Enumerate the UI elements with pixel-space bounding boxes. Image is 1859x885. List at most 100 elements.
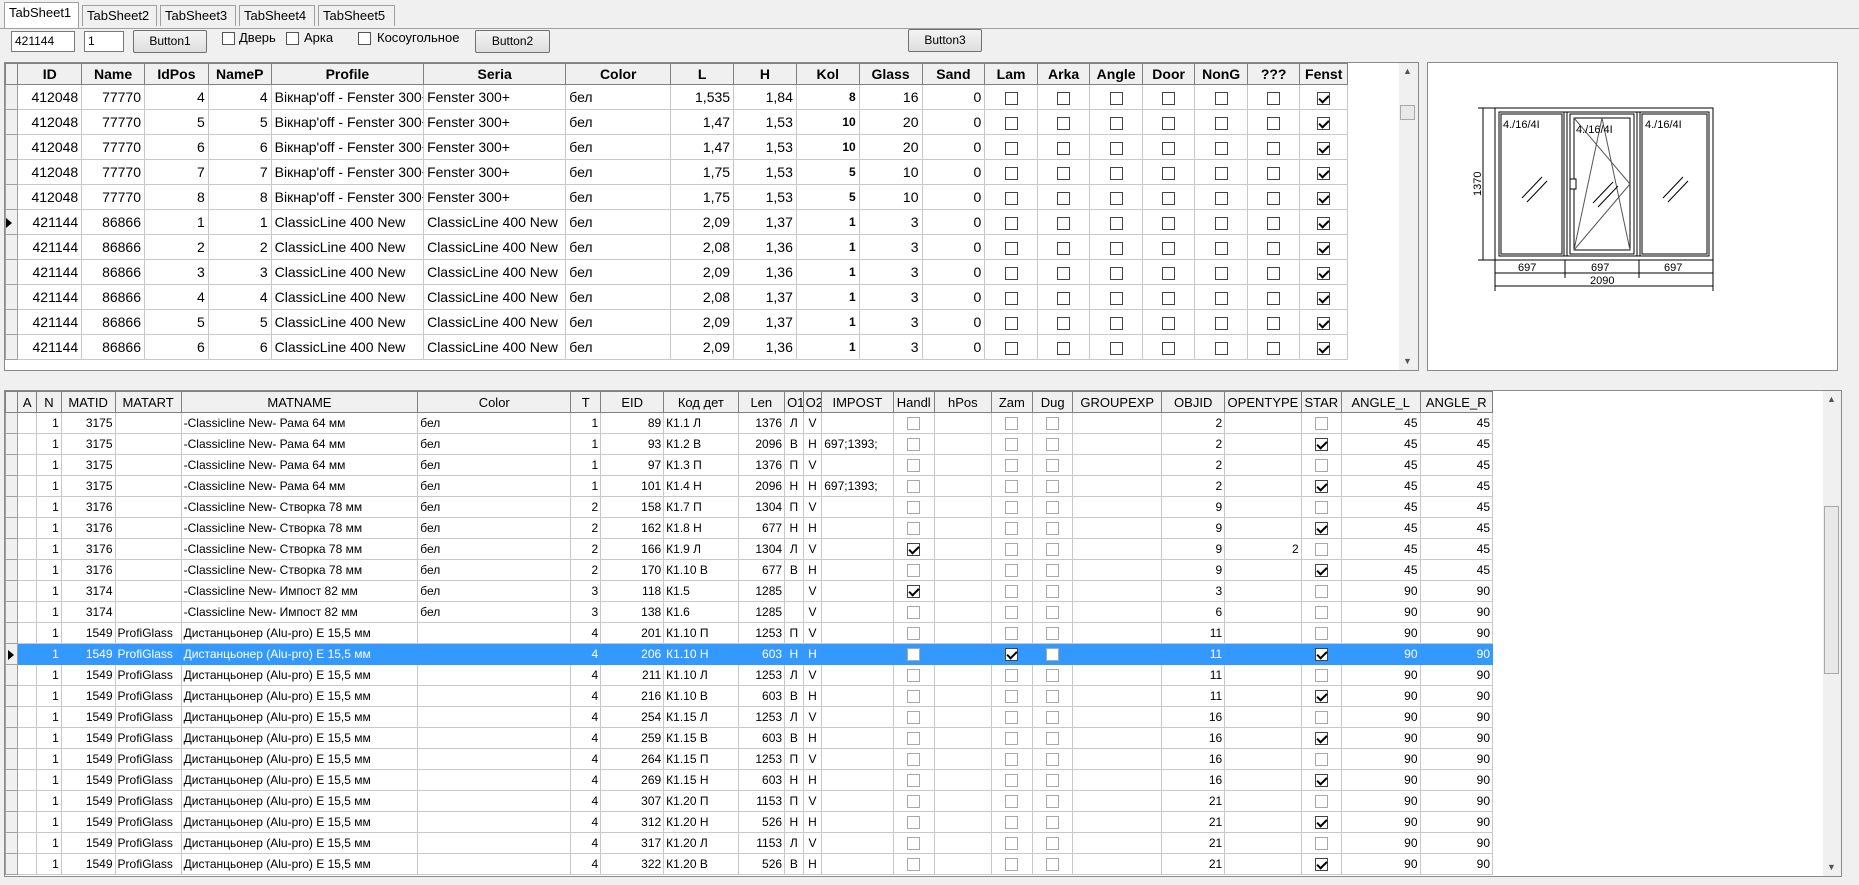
star-checkbox[interactable] (1314, 816, 1328, 830)
arka-checkbox[interactable] (1057, 266, 1071, 280)
fenst-checkbox[interactable] (1317, 191, 1331, 205)
fenst-checkbox[interactable] (1317, 316, 1331, 330)
zam-checkbox[interactable] (1005, 837, 1019, 851)
arka-checkbox[interactable] (1057, 316, 1071, 330)
star-checkbox[interactable] (1314, 858, 1328, 872)
orders-vscrollbar[interactable]: ▲ ▼ (1399, 63, 1418, 370)
order-row[interactable]: 421144 86866 5 5 ClassicLine 400 New ClassicL… (5, 309, 1348, 335)
arka-checkbox[interactable] (1057, 341, 1071, 355)
handl-checkbox[interactable] (907, 564, 921, 578)
handl-checkbox[interactable] (907, 480, 921, 494)
col-header-groupexp[interactable]: GROUPEXP (1072, 391, 1163, 413)
col-header-objid[interactable]: OBJID (1161, 391, 1226, 413)
nong-checkbox[interactable] (1214, 216, 1228, 230)
handl-checkbox[interactable] (907, 711, 921, 725)
qqq-checkbox[interactable] (1267, 91, 1281, 105)
star-checkbox[interactable] (1314, 585, 1328, 599)
arka-checkbox[interactable] (1057, 291, 1071, 305)
handl-checkbox[interactable] (907, 795, 921, 809)
nong-checkbox[interactable] (1214, 91, 1228, 105)
dug-checkbox[interactable] (1046, 711, 1060, 725)
col-header-len[interactable]: Len (737, 391, 786, 413)
col-header-namep[interactable]: NameP (207, 63, 272, 85)
star-checkbox[interactable] (1314, 753, 1328, 767)
nong-checkbox[interactable] (1214, 191, 1228, 205)
order-id-input[interactable]: 421144 (11, 31, 75, 52)
button2[interactable]: Button2 (475, 30, 550, 53)
arch-checkbox[interactable] (286, 32, 299, 45)
fenst-checkbox[interactable] (1317, 291, 1331, 305)
angle-checkbox[interactable] (1109, 116, 1123, 130)
angle-checkbox[interactable] (1109, 141, 1123, 155)
col-header-color[interactable]: Color (565, 63, 672, 85)
tab-tabsheet1[interactable]: TabSheet1 (4, 2, 79, 28)
handl-checkbox[interactable] (907, 690, 921, 704)
arka-checkbox[interactable] (1057, 191, 1071, 205)
lam-checkbox[interactable] (1004, 191, 1018, 205)
col-header-eid[interactable]: EID (600, 391, 665, 413)
order-row[interactable]: 421144 86866 2 2 ClassicLine 400 New ClassicL… (5, 234, 1348, 260)
col-header-kol[interactable]: Kol (795, 63, 860, 85)
angle-checkbox[interactable] (1109, 216, 1123, 230)
material-row[interactable]: 1 1549 ProfiGlass Дистанцьонер (Alu-pro) E … (5, 853, 1493, 875)
qqq-checkbox[interactable] (1267, 141, 1281, 155)
star-checkbox[interactable] (1314, 795, 1328, 809)
scroll-thumb[interactable] (1824, 506, 1839, 674)
zam-checkbox[interactable] (1005, 858, 1019, 872)
material-row[interactable]: 1 1549 ProfiGlass Дистанцьонер (Alu-pro) E … (5, 811, 1493, 833)
lam-checkbox[interactable] (1004, 166, 1018, 180)
arka-checkbox[interactable] (1057, 166, 1071, 180)
dug-checkbox[interactable] (1046, 459, 1060, 473)
zam-checkbox[interactable] (1005, 690, 1019, 704)
material-row[interactable]: 1 1549 ProfiGlass Дистанцьонер (Alu-pro) E … (5, 832, 1493, 854)
dug-checkbox[interactable] (1046, 501, 1060, 515)
zam-checkbox[interactable] (1005, 816, 1019, 830)
lam-checkbox[interactable] (1004, 116, 1018, 130)
scroll-down-icon[interactable]: ▼ (1823, 859, 1840, 876)
zam-checkbox[interactable] (1005, 522, 1019, 536)
door-checkbox[interactable] (1162, 216, 1176, 230)
col-header-o1[interactable]: O1 (784, 391, 804, 413)
order-row[interactable]: 412048 77770 6 6 Вікнар'off - Fenster 300+ Fe… (5, 134, 1348, 160)
door-checkbox[interactable] (1162, 166, 1176, 180)
handl-checkbox[interactable] (907, 669, 921, 683)
order-row[interactable]: 421144 86866 3 3 ClassicLine 400 New ClassicL… (5, 259, 1348, 285)
star-checkbox[interactable] (1314, 711, 1328, 725)
qqq-checkbox[interactable] (1267, 216, 1281, 230)
material-row[interactable]: 1 1549 ProfiGlass Дистанцьонер (Alu-pro) E … (5, 706, 1493, 728)
col-header-angle[interactable]: Angle (1089, 63, 1143, 85)
fenst-checkbox[interactable] (1317, 141, 1331, 155)
order-row[interactable]: 421144 86866 1 1 ClassicLine 400 New ClassicL… (5, 209, 1348, 235)
fenst-checkbox[interactable] (1317, 166, 1331, 180)
star-checkbox[interactable] (1314, 690, 1328, 704)
arka-checkbox[interactable] (1057, 216, 1071, 230)
tab-tabsheet4[interactable]: TabSheet4 (239, 5, 315, 26)
zam-checkbox[interactable] (1005, 669, 1019, 683)
star-checkbox[interactable] (1314, 501, 1328, 515)
col-header-star[interactable]: STAR (1300, 391, 1342, 413)
col-header-n[interactable]: N (35, 391, 62, 413)
material-row[interactable]: 1 3176 -Classicline New- Створка 78 мм бел 2… (5, 517, 1493, 539)
material-row[interactable]: 1 3176 -Classicline New- Створка 78 мм бел 2… (5, 496, 1493, 518)
zam-checkbox[interactable] (1005, 627, 1019, 641)
zam-checkbox[interactable] (1005, 480, 1019, 494)
col-header-sand[interactable]: Sand (921, 63, 986, 85)
scroll-down-icon[interactable]: ▼ (1399, 353, 1416, 370)
col-header-hpos[interactable]: hPos (933, 391, 992, 413)
position-input[interactable]: 1 (84, 31, 124, 52)
zam-checkbox[interactable] (1005, 711, 1019, 725)
fenst-checkbox[interactable] (1317, 216, 1331, 230)
material-row[interactable]: 1 1549 ProfiGlass Дистанцьонер (Alu-pro) E … (5, 643, 1493, 665)
handl-checkbox[interactable] (907, 648, 921, 662)
col-header-код-дет[interactable]: Код дет (663, 391, 739, 413)
star-checkbox[interactable] (1314, 732, 1328, 746)
col-header-seria[interactable]: Seria (423, 63, 567, 85)
zam-checkbox[interactable] (1005, 564, 1019, 578)
material-row[interactable]: 1 1549 ProfiGlass Дистанцьонер (Alu-pro) E … (5, 790, 1493, 812)
nong-checkbox[interactable] (1214, 141, 1228, 155)
nong-checkbox[interactable] (1214, 266, 1228, 280)
col-header-o2[interactable]: O2 (802, 391, 823, 413)
handl-checkbox[interactable] (907, 543, 921, 557)
material-row[interactable]: 1 1549 ProfiGlass Дистанцьонер (Alu-pro) E … (5, 664, 1493, 686)
handl-checkbox[interactable] (907, 522, 921, 536)
